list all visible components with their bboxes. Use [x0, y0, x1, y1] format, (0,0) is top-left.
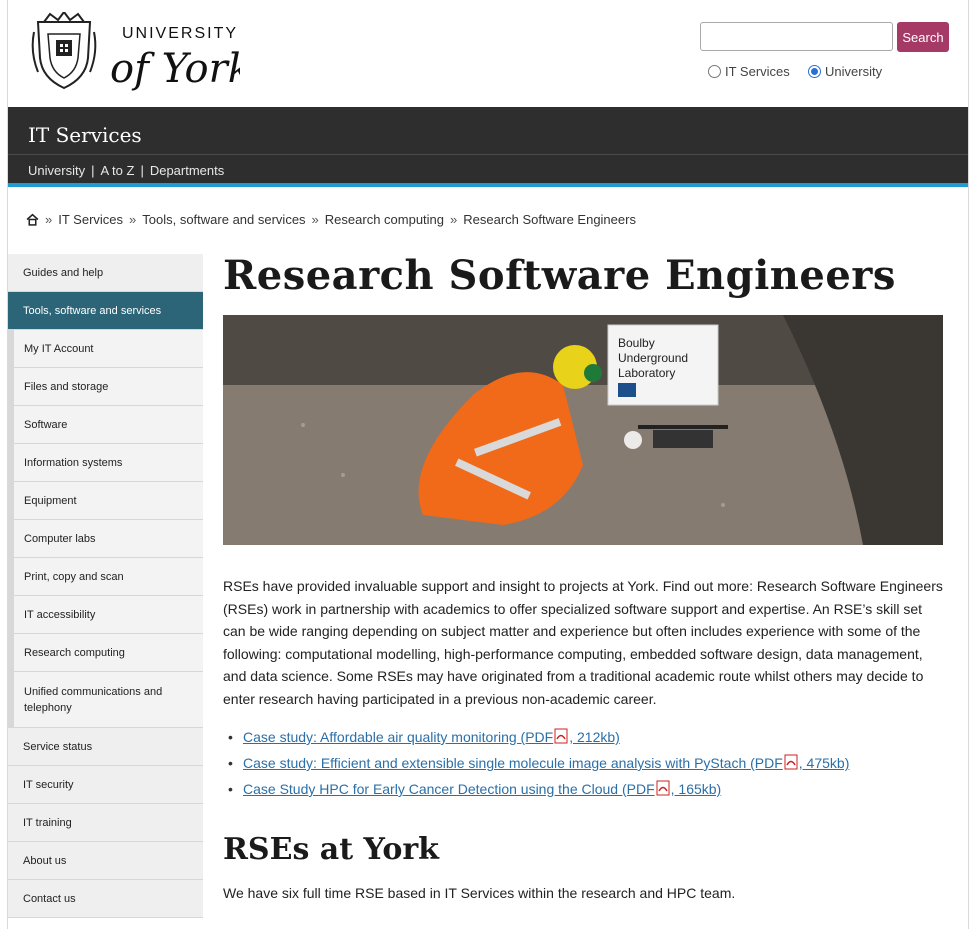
breadcrumb-tools[interactable]: Tools, software and services	[142, 212, 305, 227]
case-study-link-hpc-cancer[interactable]: Case Study HPC for Early Cancer Detectio…	[243, 780, 722, 797]
link-text: Case study: Affordable air quality monit…	[243, 729, 554, 745]
sidebar-item-computer-labs[interactable]: Computer labs	[8, 520, 203, 558]
search-button[interactable]: Search	[897, 22, 949, 52]
sidebar-item-print-copy-scan[interactable]: Print, copy and scan	[8, 558, 203, 596]
sidebar-item-equipment[interactable]: Equipment	[8, 482, 203, 520]
list-item: Case Study HPC for Early Cancer Detectio…	[223, 776, 945, 802]
banner-link-departments[interactable]: Departments	[150, 163, 224, 178]
sidebar-item-information-systems[interactable]: Information systems	[8, 444, 203, 482]
breadcrumb-it-services[interactable]: IT Services	[58, 212, 123, 227]
university-logo[interactable]: UNIVERSITY of York	[30, 10, 252, 92]
scope-it-services[interactable]: IT Services	[708, 64, 790, 79]
banner-link-a-to-z[interactable]: A to Z	[100, 163, 134, 178]
breadcrumb-research-computing[interactable]: Research computing	[325, 212, 444, 227]
scope-university-label: University	[825, 64, 883, 79]
svg-text:UNIVERSITY: UNIVERSITY	[122, 25, 238, 42]
scope-it-label: IT Services	[725, 64, 790, 79]
breadcrumb-separator: »	[450, 212, 458, 227]
scope-it-radio[interactable]	[708, 65, 721, 78]
sidebar-item-tools[interactable]: Tools, software and services	[8, 292, 203, 330]
breadcrumb-separator: »	[129, 212, 137, 227]
site-title[interactable]: IT Services	[28, 123, 142, 147]
file-size: , 165kb)	[670, 781, 722, 797]
sidebar-item-contact-us[interactable]: Contact us	[8, 880, 203, 918]
link-text: Case Study HPC for Early Cancer Detectio…	[243, 781, 655, 797]
banner-link-separator: |	[140, 163, 144, 178]
site-banner: IT Services University | A to Z | Depart…	[8, 107, 968, 187]
sidebar-item-it-training[interactable]: IT training	[8, 804, 203, 842]
sidebar-nav: Guides and help Tools, software and serv…	[8, 254, 203, 918]
main-content: Research Software Engineers Boulby Under…	[223, 250, 945, 901]
york-crest-icon: UNIVERSITY of York	[31, 10, 252, 92]
list-item: Case study: Efficient and extensible sin…	[223, 750, 945, 776]
pdf-icon	[784, 754, 798, 770]
banner-accent-bar	[8, 183, 968, 187]
sidebar-item-research-computing[interactable]: Research computing	[8, 634, 203, 672]
scope-university-radio[interactable]	[808, 65, 821, 78]
search-input[interactable]	[700, 22, 893, 51]
intro-paragraph: RSEs have provided invaluable support an…	[223, 578, 943, 707]
home-icon[interactable]	[26, 213, 39, 226]
list-item: Case study: Affordable air quality monit…	[223, 724, 945, 750]
section-title: RSEs at York	[223, 832, 439, 867]
case-study-link-air-quality[interactable]: Case study: Affordable air quality monit…	[243, 728, 620, 745]
svg-text:Boulby: Boulby	[618, 336, 655, 350]
banner-divider	[8, 154, 968, 155]
case-study-link-pystach[interactable]: Case study: Efficient and extensible sin…	[243, 754, 850, 771]
banner-link-separator: |	[91, 163, 95, 178]
sidebar-item-my-it-account[interactable]: My IT Account	[8, 330, 203, 368]
file-size: , 212kb)	[569, 729, 620, 745]
file-size: , 475kb)	[798, 755, 850, 771]
page-title: Research Software Engineers	[223, 252, 896, 299]
svg-text:of York: of York	[110, 46, 240, 92]
case-study-list: Case study: Affordable air quality monit…	[223, 724, 945, 802]
sidebar-item-it-security[interactable]: IT security	[8, 766, 203, 804]
hero-photo: Boulby Underground Laboratory	[223, 315, 943, 545]
sidebar-item-about-us[interactable]: About us	[8, 842, 203, 880]
pdf-icon	[554, 728, 568, 744]
breadcrumb: » IT Services » Tools, software and serv…	[26, 212, 636, 227]
hero-image: Boulby Underground Laboratory	[223, 315, 943, 545]
page: UNIVERSITY of York Search IT Services Un…	[7, 0, 969, 929]
sidebar-item-service-status[interactable]: Service status	[8, 728, 203, 766]
pdf-icon	[656, 780, 670, 796]
svg-text:Laboratory: Laboratory	[618, 366, 675, 380]
breadcrumb-separator: »	[311, 212, 319, 227]
sidebar-item-it-accessibility[interactable]: IT accessibility	[8, 596, 203, 634]
link-text: Case study: Efficient and extensible sin…	[243, 755, 783, 771]
banner-link-university[interactable]: University	[28, 163, 85, 178]
sidebar-item-files-storage[interactable]: Files and storage	[8, 368, 203, 406]
scope-university[interactable]: University	[808, 64, 882, 79]
sidebar-item-software[interactable]: Software	[8, 406, 203, 444]
breadcrumb-current[interactable]: Research Software Engineers	[463, 212, 636, 227]
banner-links: University | A to Z | Departments	[28, 163, 224, 178]
sidebar-item-guides[interactable]: Guides and help	[8, 254, 203, 292]
section-text: We have six full time RSE based in IT Se…	[223, 885, 736, 901]
sidebar-item-unified-communications[interactable]: Unified communications and telephony	[8, 672, 203, 728]
breadcrumb-separator: »	[45, 212, 53, 227]
svg-text:Underground: Underground	[618, 351, 688, 365]
